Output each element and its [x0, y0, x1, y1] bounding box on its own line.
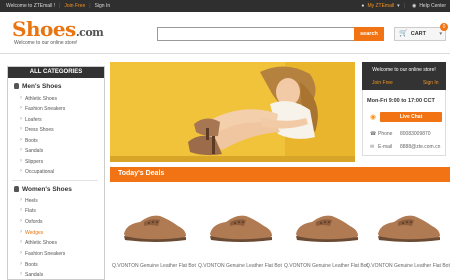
- help-center-link[interactable]: Help Center: [419, 3, 446, 9]
- product-card[interactable]: Q.VONTON Genuine Leather Flat Bottom Wom…: [366, 188, 450, 280]
- product-card[interactable]: Q.VONTON Genuine Leather Flat Bottom Wom…: [112, 188, 196, 280]
- panel-join-free-link[interactable]: Join Free: [372, 80, 393, 86]
- category-item[interactable]: Occupational: [20, 168, 54, 175]
- category-item[interactable]: Loafers: [20, 116, 42, 123]
- user-icon: ●: [361, 3, 365, 9]
- category-divider: [12, 180, 98, 181]
- cart-count-badge: 0: [440, 23, 448, 31]
- person-icon: [14, 186, 19, 192]
- mail-icon: ✉: [370, 144, 375, 150]
- product-image: [210, 215, 272, 242]
- email-label: E-mail: [378, 144, 393, 150]
- search-button[interactable]: search: [354, 27, 384, 41]
- site-tagline: Welcome to our online store!: [14, 40, 78, 46]
- phone-icon: ☎: [370, 131, 377, 137]
- product-image: [378, 215, 440, 242]
- category-group-womens[interactable]: Women's Shoes: [14, 186, 72, 193]
- product-card[interactable]: Q.VONTON Genuine Leather Flat Bottom Wom…: [284, 188, 368, 280]
- phone-value: 80083009870: [400, 131, 431, 137]
- panel-sign-in-link[interactable]: Sign In: [423, 80, 439, 86]
- product-name[interactable]: Q.VONTON Genuine Leather Flat Bottom Wom…: [198, 263, 282, 269]
- deals-title: Today's Deals: [118, 170, 165, 177]
- cart-button[interactable]: 🛒 CART ▾: [394, 27, 446, 41]
- category-item[interactable]: Dress Shoes: [20, 126, 54, 133]
- category-item-active[interactable]: Wedges: [20, 229, 43, 236]
- category-item[interactable]: Boots: [20, 137, 38, 144]
- help-icon: ◉: [411, 3, 417, 9]
- person-icon: [14, 83, 19, 89]
- chat-bubble-icon: ◉: [370, 114, 377, 121]
- phone-row: ☎ Phone 80083009870: [370, 131, 431, 137]
- category-item[interactable]: Flats: [20, 207, 36, 214]
- chevron-down-icon[interactable]: ▾: [397, 3, 400, 9]
- category-item[interactable]: Athletic Shoes: [20, 239, 57, 246]
- header-divider: [0, 53, 450, 54]
- product-name[interactable]: Q.VONTON Genuine Leather Flat Bottom Wom…: [284, 263, 368, 269]
- categories-title: ALL CATEGORIES: [8, 67, 104, 78]
- product-name[interactable]: Q.VONTON Genuine Leather Flat Bottom Wom…: [366, 263, 450, 269]
- email-row: ✉ E-mail 8888@zte.com.cn: [370, 144, 440, 150]
- product-image: [124, 215, 186, 242]
- category-item[interactable]: Fashion Sneakers: [20, 250, 65, 257]
- category-item[interactable]: Slippers: [20, 158, 43, 165]
- service-hours: Mon-Fri 9:00 to 17:00 CCT: [367, 98, 435, 104]
- product-name[interactable]: Q.VONTON Genuine Leather Flat Bottom Wom…: [112, 263, 196, 269]
- site-logo[interactable]: Shoes.com: [12, 17, 104, 41]
- banner-model-image: [110, 62, 355, 162]
- join-free-link[interactable]: Join Free: [64, 3, 85, 9]
- welcome-text: Welcome to ZTEmall !: [6, 3, 56, 9]
- category-item[interactable]: Sandals: [20, 271, 43, 278]
- email-value[interactable]: 8888@zte.com.cn: [400, 144, 440, 150]
- phone-label: Phone: [378, 131, 393, 137]
- live-chat-button[interactable]: Live Chat: [380, 112, 442, 122]
- top-bar: Welcome to ZTEmall ! | Join Free | Sign In ●…: [0, 0, 450, 12]
- category-item[interactable]: Sandals: [20, 147, 43, 154]
- category-item[interactable]: Boots: [20, 261, 38, 268]
- category-item[interactable]: Athletic Shoes: [20, 95, 57, 102]
- cart-icon: 🛒: [399, 30, 408, 37]
- product-image: [296, 215, 358, 242]
- category-item[interactable]: Fashion Sneakers: [20, 105, 65, 112]
- panel-welcome-text: Welcome to our online store!: [372, 67, 436, 73]
- category-group-mens[interactable]: Men's Shoes: [14, 83, 61, 90]
- hero-banner[interactable]: [110, 62, 355, 162]
- search-input[interactable]: [157, 27, 355, 41]
- sign-in-link[interactable]: Sign In: [95, 3, 111, 9]
- product-card[interactable]: Q.VONTON Genuine Leather Flat Bottom Wom…: [198, 188, 282, 280]
- category-item[interactable]: Oxfords: [20, 218, 42, 225]
- my-account-link[interactable]: My ZTEmall: [367, 3, 394, 9]
- category-item[interactable]: Heels: [20, 197, 38, 204]
- cart-label: CART: [410, 31, 426, 37]
